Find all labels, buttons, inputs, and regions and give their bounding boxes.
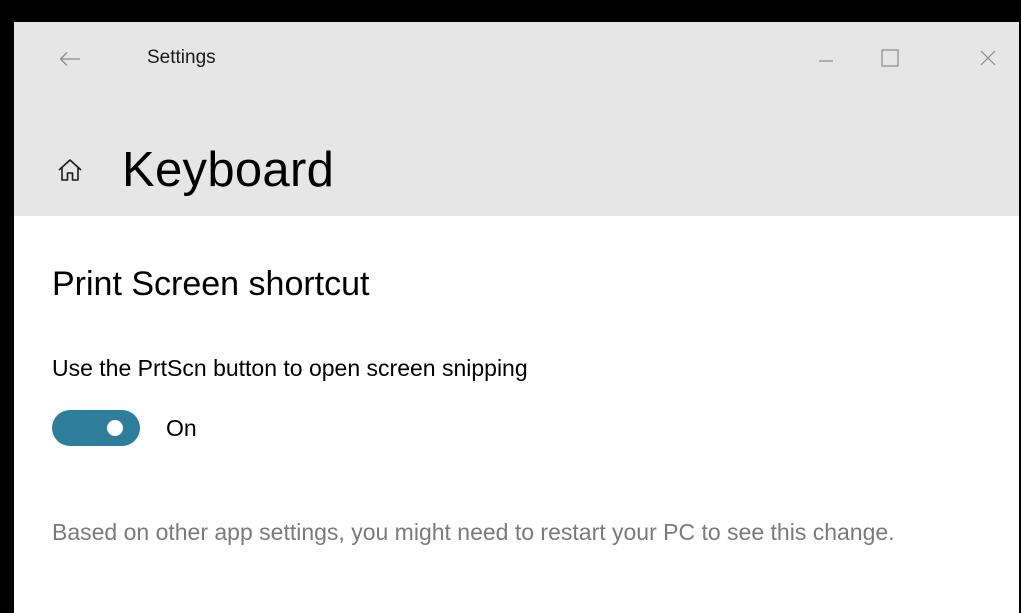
restart-note: Based on other app settings, you might n… xyxy=(52,519,895,545)
screen-frame: Settings Keyboard Print Screen shortcut … xyxy=(0,0,1021,613)
prtscn-toggle-switch[interactable] xyxy=(52,410,140,446)
toggle-knob xyxy=(107,420,123,436)
home-button[interactable] xyxy=(52,152,88,188)
setting-label: Use the PrtScn button to open screen sni… xyxy=(52,355,528,381)
page-title: Keyboard xyxy=(122,143,335,197)
app-title: Settings xyxy=(147,47,216,68)
back-arrow-icon xyxy=(59,52,80,66)
close-icon xyxy=(980,50,996,66)
section-title: Print Screen shortcut xyxy=(52,265,370,303)
toggle-state-label: On xyxy=(166,415,197,441)
minimize-button[interactable] xyxy=(803,38,849,78)
home-icon xyxy=(58,159,82,181)
toggle-row: On xyxy=(52,410,197,446)
settings-window: Settings Keyboard Print Screen shortcut … xyxy=(14,22,1019,613)
close-button[interactable] xyxy=(965,38,1011,78)
back-button[interactable] xyxy=(50,42,90,76)
minimize-icon xyxy=(819,60,833,62)
maximize-icon xyxy=(881,49,899,67)
maximize-button[interactable] xyxy=(867,38,913,78)
title-bar: Settings xyxy=(14,22,1019,96)
page-header: Keyboard xyxy=(14,96,1019,216)
